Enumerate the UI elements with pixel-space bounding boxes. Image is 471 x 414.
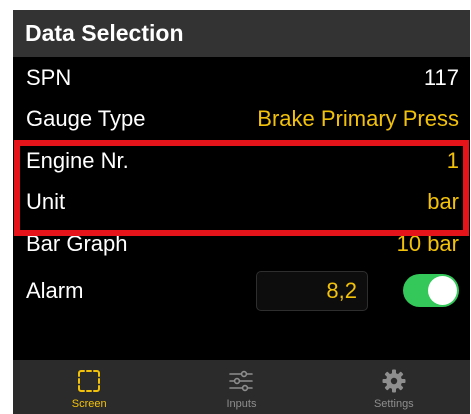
toggle-knob <box>428 276 457 305</box>
unit-label: Unit <box>26 189 66 215</box>
row-alarm: Alarm 8,2 <box>13 265 470 317</box>
spn-value: 117 <box>423 64 459 90</box>
tab-settings-label: Settings <box>373 398 414 410</box>
spn-label: SPN <box>26 64 72 90</box>
row-gauge-type[interactable]: Gauge Type Brake Primary Press <box>13 99 470 141</box>
engine-nr-label: Engine Nr. <box>26 147 129 173</box>
tab-settings[interactable]: Settings <box>318 360 470 414</box>
app-screen: Data Selection SPN 117 Gauge Type Brake … <box>13 10 470 414</box>
alarm-value-field[interactable]: 8,2 <box>256 270 368 311</box>
page-title: Data Selection <box>25 20 184 46</box>
navigation-header: Data Selection <box>13 10 470 57</box>
gear-icon <box>382 369 406 393</box>
gauge-type-value: Brake Primary Press <box>257 106 459 132</box>
row-unit[interactable]: Unit bar <box>13 182 470 224</box>
alarm-label: Alarm <box>26 277 84 303</box>
engine-nr-value: 1 <box>446 147 459 173</box>
alarm-toggle[interactable] <box>403 274 459 307</box>
gauge-type-label: Gauge Type <box>26 106 146 132</box>
tab-bar: Screen Inputs Settings <box>13 360 470 414</box>
tab-inputs-label: Inputs <box>226 398 257 410</box>
bar-graph-label: Bar Graph <box>26 230 128 256</box>
bar-graph-value: 10 bar <box>396 230 459 256</box>
alarm-value: 8,2 <box>326 277 357 303</box>
sliders-icon <box>229 370 254 392</box>
tab-inputs[interactable]: Inputs <box>165 360 317 414</box>
row-bar-graph[interactable]: Bar Graph 10 bar <box>13 223 470 265</box>
tab-screen-label: Screen <box>71 398 107 410</box>
tab-screen[interactable]: Screen <box>13 360 165 414</box>
row-spn[interactable]: SPN 117 <box>13 57 470 99</box>
row-engine-nr[interactable]: Engine Nr. 1 <box>13 140 470 182</box>
unit-value: bar <box>427 189 459 215</box>
screen-icon <box>78 370 101 392</box>
